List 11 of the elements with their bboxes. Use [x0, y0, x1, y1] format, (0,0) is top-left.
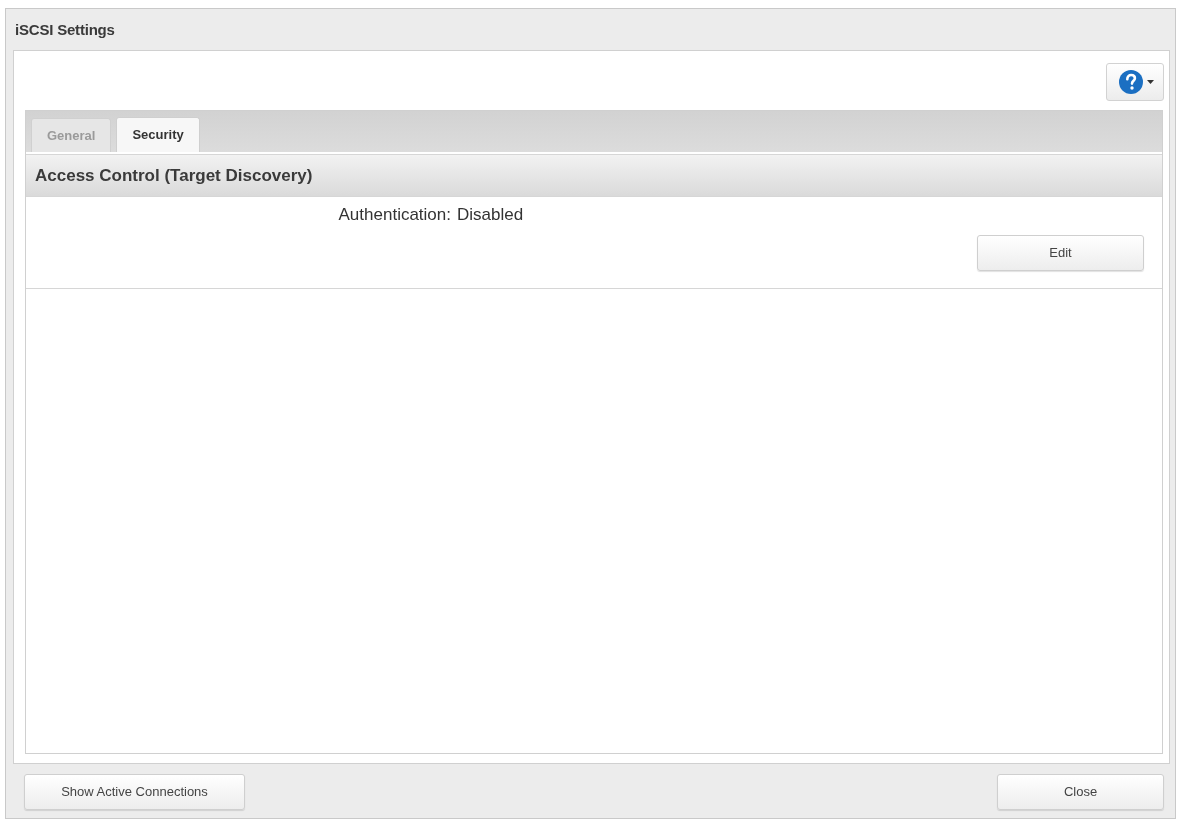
show-connections-button[interactable]: Show Active Connections	[24, 774, 245, 810]
tab[interactable]: Security	[116, 117, 200, 152]
caret-icon	[1146, 80, 1154, 84]
help-menu-button[interactable]	[1106, 63, 1164, 101]
close-button[interactable]: Close	[997, 774, 1164, 810]
edit-button[interactable]: Edit	[977, 235, 1144, 271]
section-title: Access Control (Target Discovery)	[35, 164, 313, 187]
field-value: Disabled	[457, 204, 524, 227]
field-label: Authentication:	[337, 204, 451, 227]
help-icon	[1118, 70, 1143, 94]
window-title: iSCSI Settings	[15, 20, 115, 41]
